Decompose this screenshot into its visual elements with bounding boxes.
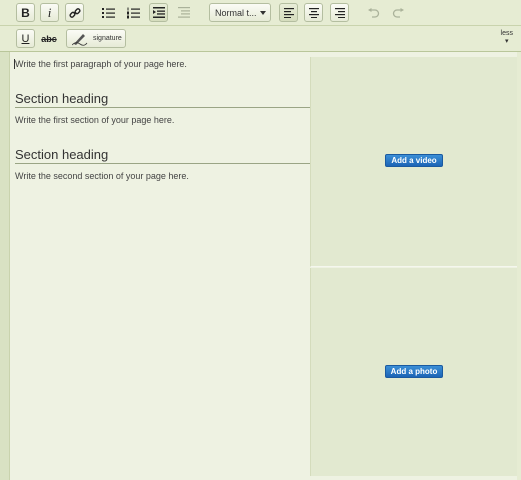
- section-text-1[interactable]: Write the first section of your page her…: [15, 115, 174, 125]
- bold-button[interactable]: B: [16, 3, 35, 22]
- redo-button[interactable]: [388, 3, 407, 22]
- indent-button[interactable]: [149, 3, 168, 22]
- underline-icon: U: [21, 32, 30, 45]
- undo-button[interactable]: [364, 3, 383, 22]
- align-left-icon: [283, 7, 294, 18]
- text-cursor: [14, 59, 15, 69]
- underline-button[interactable]: U: [16, 29, 35, 48]
- align-center-button[interactable]: [304, 3, 323, 22]
- undo-icon: [367, 7, 379, 18]
- strikethrough-icon: abc: [41, 33, 57, 44]
- section-heading-2[interactable]: Section heading: [15, 147, 310, 164]
- paragraph-style-dropdown[interactable]: Normal t...: [209, 3, 271, 22]
- add-photo-button[interactable]: Add a photo: [385, 365, 443, 378]
- photo-placeholder: Add a photo: [310, 268, 518, 476]
- editor-content-area[interactable]: Write the first paragraph of your page h…: [10, 52, 310, 480]
- collapse-arrow-icon: ▾: [505, 38, 509, 45]
- align-center-icon: [308, 7, 319, 18]
- numbered-list-button[interactable]: [124, 3, 143, 22]
- less-label: less: [500, 30, 513, 37]
- add-video-button[interactable]: Add a video: [385, 154, 443, 167]
- outdent-button[interactable]: [174, 3, 193, 22]
- align-right-button[interactable]: [330, 3, 349, 22]
- outdent-icon: [177, 7, 190, 18]
- strikethrough-button[interactable]: abc: [38, 29, 60, 48]
- italic-button[interactable]: i: [40, 3, 59, 22]
- video-placeholder: Add a video: [310, 57, 518, 267]
- bold-icon: B: [21, 5, 30, 20]
- paragraph-style-value: Normal t...: [215, 8, 257, 18]
- numbered-list-icon: [127, 7, 140, 18]
- italic-icon: i: [47, 4, 52, 20]
- link-icon: [68, 7, 81, 18]
- chevron-down-icon: [260, 11, 266, 15]
- signature-label: signature: [93, 35, 122, 42]
- align-right-icon: [334, 7, 345, 18]
- bulleted-list-icon: [102, 7, 115, 18]
- link-button[interactable]: [65, 3, 84, 22]
- indent-icon: [152, 7, 165, 18]
- less-toggle[interactable]: less ▾: [501, 30, 513, 46]
- right-edge: [517, 52, 521, 480]
- section-heading-1[interactable]: Section heading: [15, 91, 310, 108]
- editor-left-margin: [0, 52, 10, 480]
- align-left-button[interactable]: [279, 3, 298, 22]
- pen-icon: [72, 34, 88, 46]
- bulleted-list-button[interactable]: [99, 3, 118, 22]
- signature-button[interactable]: signature: [66, 29, 126, 48]
- section-text-2[interactable]: Write the second section of your page he…: [15, 171, 189, 181]
- secondary-toolbar: U abc signature less ▾: [0, 26, 521, 52]
- redo-icon: [392, 7, 404, 18]
- intro-paragraph[interactable]: Write the first paragraph of your page h…: [15, 59, 187, 69]
- formatting-toolbar: B i Normal t...: [0, 0, 521, 26]
